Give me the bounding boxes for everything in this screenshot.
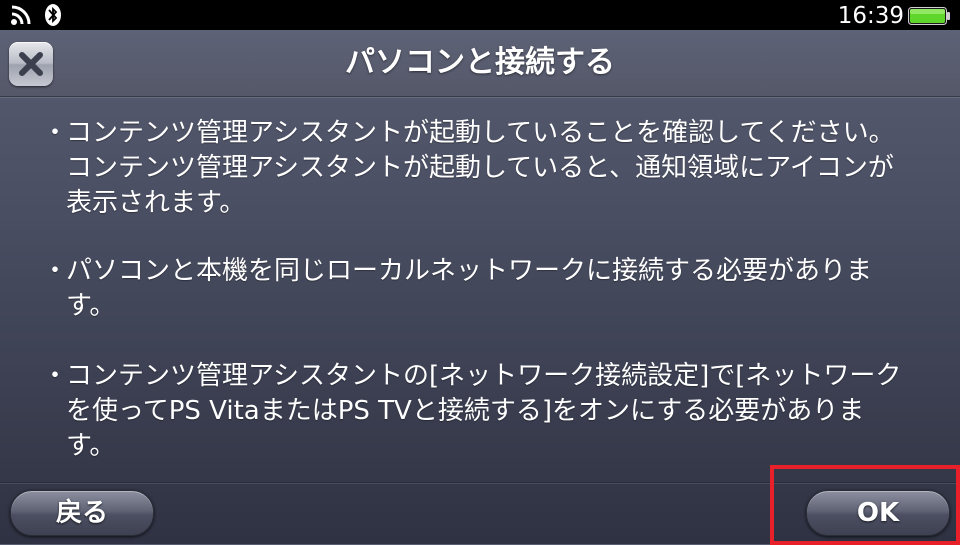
- page-title: パソコンと接続する: [345, 45, 615, 80]
- bluetooth-icon: [45, 4, 61, 26]
- list-item-text: パソコンと本機を同じローカルネットワークに接続する必要があります。: [66, 256, 873, 321]
- wifi-icon: [11, 5, 31, 25]
- close-button[interactable]: [9, 42, 53, 86]
- back-button[interactable]: 戻る: [10, 490, 154, 536]
- bullet-marker: ・: [42, 361, 69, 391]
- bullet-marker: ・: [42, 118, 69, 148]
- list-item-text: コンテンツ管理アシスタントの[ネットワーク接続設定]で[ネットワークを使ってPS…: [66, 361, 902, 461]
- close-icon: [19, 52, 43, 76]
- footer-bar: 戻る OK: [0, 483, 960, 544]
- status-clock: 16:39: [837, 3, 904, 29]
- list-item: ・ パソコンと本機を同じローカルネットワークに接続する必要があります。: [42, 254, 912, 324]
- list-item: ・ コンテンツ管理アシスタントの[ネットワーク接続設定]で[ネットワークを使って…: [42, 359, 912, 464]
- instruction-list: ・ コンテンツ管理アシスタントが起動していることを確認してください。コンテンツ管…: [0, 97, 960, 482]
- list-item: ・ コンテンツ管理アシスタントが起動していることを確認してください。コンテンツ管…: [42, 116, 912, 221]
- list-item-text: コンテンツ管理アシスタントが起動していることを確認してください。コンテンツ管理ア…: [66, 118, 895, 218]
- bullet-marker: ・: [42, 256, 69, 286]
- status-bar: 16:39: [0, 0, 960, 30]
- ok-button[interactable]: OK: [806, 490, 950, 536]
- battery-icon: [908, 7, 950, 25]
- title-bar: パソコンと接続する: [0, 30, 960, 97]
